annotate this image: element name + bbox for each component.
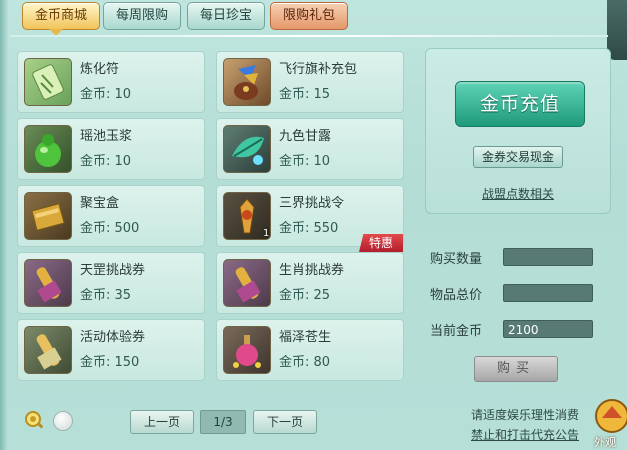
tab-daily-treasure[interactable]: 每日珍宝 [187,2,265,30]
item-price: 金币: 15 [279,87,331,102]
voucher-exchange-button[interactable]: 金券交易现金 [473,146,563,168]
tab-weekly-limit[interactable]: 每周限购 [103,2,181,30]
tab-divider [10,35,608,37]
item-name: 瑶池玉浆 [80,129,133,144]
quantity-label: 购买数量 [430,252,483,267]
scroll-icon [24,259,72,307]
item-name: 活动体验券 [80,330,146,345]
moderation-notice: 请适度娱乐理性消费 [470,408,579,422]
quantity-input[interactable] [503,248,593,266]
appearance-button[interactable]: 外观 [590,396,627,450]
jade-gourd-icon [24,125,72,173]
item-name: 炼化符 [80,62,120,77]
shop-item-card[interactable]: 1 三界挑战令 金币: 550 特惠 [216,185,404,252]
scroll-icon [223,259,271,307]
search-icon[interactable] [24,410,44,430]
toggle-dot-icon[interactable] [53,411,73,431]
item-price: 金币: 10 [279,154,331,169]
shop-item-card[interactable]: 炼化符 金币: 10 [17,51,205,113]
total-price-field [503,284,593,302]
shop-item-card[interactable]: 福泽苍生 金币: 80 [216,319,404,381]
window-left-edge [0,0,8,450]
scroll-icon [24,326,72,374]
talisman-icon [24,58,72,106]
current-coins-field: 2100 [503,320,593,338]
total-price-label: 物品总价 [430,288,483,303]
recharge-button[interactable]: 金币充值 [455,81,585,127]
flag-pouch-icon [223,58,271,106]
item-name: 聚宝盒 [80,196,120,211]
shop-item-card[interactable]: 瑶池玉浆 金币: 10 [17,118,205,180]
prev-page-button[interactable]: 上一页 [130,410,194,434]
item-name: 九色甘露 [279,129,332,144]
shop-item-card[interactable]: 生肖挑战券 金币: 25 [216,252,404,314]
item-name: 天罡挑战券 [80,263,146,278]
alliance-points-link[interactable]: 战盟点数相关 [470,185,566,202]
item-price: 金币: 10 [80,154,132,169]
current-coins-label: 当前金币 [430,324,483,339]
treasure-box-icon [24,192,72,240]
tab-gold-mall[interactable]: 金币商城 [22,2,100,30]
item-price: 金币: 500 [80,221,140,236]
anti-proxy-notice-link[interactable]: 禁止和打击代充公告 [471,426,579,443]
appearance-label: 外观 [594,436,616,449]
item-name: 福泽苍生 [279,330,332,345]
item-price: 金币: 80 [279,355,331,370]
page-indicator: 1/3 [200,410,246,434]
item-price: 金币: 10 [80,87,132,102]
item-price: 金币: 25 [279,288,331,303]
potion-icon [223,326,271,374]
tab-limited-pack[interactable]: 限购礼包 [270,2,348,30]
item-price: 金币: 550 [279,221,339,236]
special-offer-badge: 特惠 [359,234,403,252]
shop-item-card[interactable]: 活动体验券 金币: 150 [17,319,205,381]
buy-button[interactable]: 购买 [474,356,558,382]
item-name: 生肖挑战券 [279,263,345,278]
shop-item-card[interactable]: 聚宝盒 金币: 500 [17,185,205,247]
item-price: 金币: 150 [80,355,140,370]
item-name: 三界挑战令 [279,196,345,211]
shop-item-card[interactable]: 九色甘露 金币: 10 [216,118,404,180]
item-stack-count: 1 [263,228,270,239]
shop-item-card[interactable]: 飞行旗补充包 金币: 15 [216,51,404,113]
shop-item-card[interactable]: 天罡挑战券 金币: 35 [17,252,205,314]
item-price: 金币: 35 [80,288,132,303]
item-name: 飞行旗补充包 [279,62,358,77]
next-page-button[interactable]: 下一页 [253,410,317,434]
nectar-leaf-icon [223,125,271,173]
